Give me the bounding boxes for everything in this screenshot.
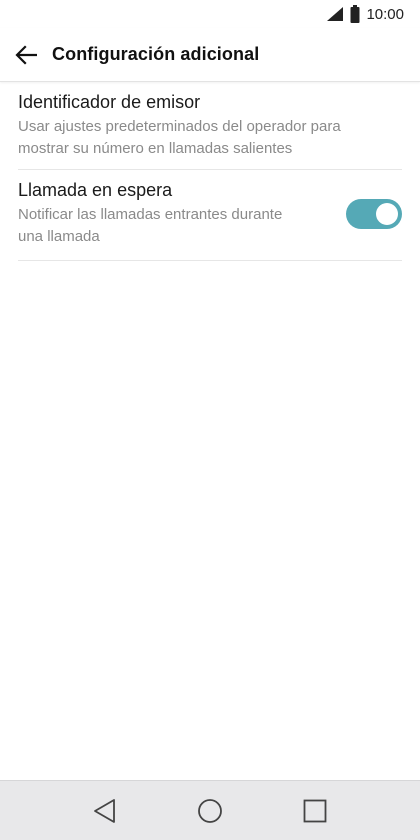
recents-square-icon <box>303 799 327 822</box>
back-triangle-icon <box>93 798 115 823</box>
nav-back-button[interactable] <box>83 789 127 833</box>
navigation-bar <box>0 780 420 840</box>
summary-line: Notificar las llamadas entrantes durante <box>18 206 283 223</box>
status-bar: 10:00 <box>0 0 420 28</box>
setting-summary: Usar ajustes predeterminados del operado… <box>18 116 402 160</box>
home-circle-icon <box>198 798 222 823</box>
settings-list: Identificador de emisor Usar ajustes pre… <box>0 82 420 261</box>
summary-line: Usar ajustes predeterminados del operado… <box>18 118 341 135</box>
toggle-knob <box>376 203 398 225</box>
setting-call-waiting[interactable]: Llamada en espera Notificar las llamadas… <box>18 170 402 261</box>
nav-recents-button[interactable] <box>293 789 337 833</box>
setting-title: Identificador de emisor <box>18 92 201 112</box>
signal-icon <box>327 7 344 21</box>
battery-icon <box>350 5 360 23</box>
setting-caller-id[interactable]: Identificador de emisor Usar ajustes pre… <box>18 82 402 170</box>
setting-call-waiting-texts: Llamada en espera Notificar las llamadas… <box>18 179 346 248</box>
status-time: 10:00 <box>366 5 404 23</box>
page-title: Configuración adicional <box>52 44 260 64</box>
nav-home-button[interactable] <box>188 789 232 833</box>
setting-title: Llamada en espera <box>18 180 173 200</box>
app-toolbar: Configuración adicional <box>0 28 420 82</box>
setting-summary: Notificar las llamadas entrantes durante… <box>18 204 326 248</box>
back-button[interactable] <box>0 29 52 81</box>
setting-caller-id-texts: Identificador de emisor Usar ajustes pre… <box>18 91 402 160</box>
summary-line: mostrar su número en llamadas salientes <box>18 140 293 157</box>
summary-line: una llamada <box>18 228 100 245</box>
arrow-left-icon <box>15 44 37 65</box>
call-waiting-toggle[interactable] <box>346 199 402 229</box>
